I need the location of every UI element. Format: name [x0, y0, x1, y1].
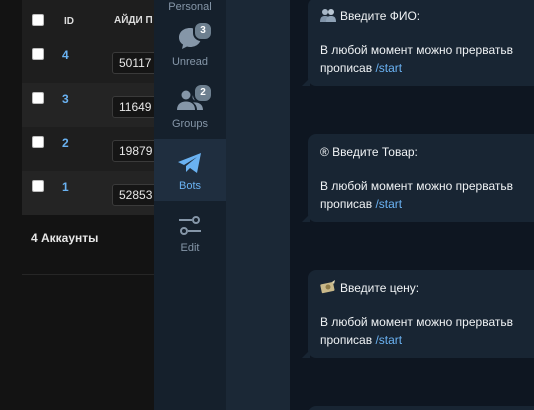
folder-bots[interactable]: Bots	[154, 139, 226, 201]
table-header: ID АЙДИ П	[22, 0, 160, 39]
message-title: Введите ФИО:	[320, 8, 420, 24]
folder-label: Edit	[180, 242, 200, 254]
message-bubble[interactable]: ® Введите Товар: В любой момент можно пр…	[302, 134, 534, 222]
bubble-tail	[302, 350, 310, 358]
message-body: В любой момент можно прерватьв	[320, 43, 513, 57]
table-row: 2 19879	[22, 127, 182, 171]
row-checkbox[interactable]	[32, 92, 44, 104]
row-id-link[interactable]: 2	[62, 136, 69, 150]
folder-sidebar: Personal 3 Unread 2 Groups Bots Edit	[154, 0, 226, 410]
bubble-tail	[302, 214, 310, 222]
row-checkbox[interactable]	[32, 48, 44, 60]
screen: ID АЙДИ П 4 50117 3 11649 2 19879 1 5285…	[0, 0, 534, 410]
message-bubble[interactable]: Введите цену: В любой момент можно прерв…	[302, 270, 534, 358]
message-body: В любой момент можно прерватьв	[320, 179, 513, 193]
folder-label: Bots	[178, 180, 201, 192]
row-id-link[interactable]: 3	[62, 92, 69, 106]
message-title: Введите цену:	[320, 280, 419, 296]
chat-messages-area: Введите ФИО: В любой момент можно прерва…	[290, 0, 534, 410]
table-row: 3 11649	[22, 83, 182, 127]
column-header-account-id[interactable]: АЙДИ П	[114, 15, 153, 26]
row-id-link[interactable]: 1	[62, 180, 69, 194]
folder-label: Unread	[171, 56, 209, 68]
row-checkbox[interactable]	[32, 180, 44, 192]
folder-personal[interactable]: Personal	[154, 0, 226, 13]
table-row: 4 50117	[22, 39, 182, 83]
select-all-checkbox[interactable]	[32, 14, 44, 26]
admin-accounts-panel: ID АЙДИ П 4 50117 3 11649 2 19879 1 5285…	[0, 0, 182, 410]
message-bubble[interactable]	[308, 406, 534, 410]
message-body-line2: прописав /start	[320, 197, 403, 211]
start-command-link[interactable]: /start	[375, 61, 402, 75]
folder-groups[interactable]: 2 Groups	[154, 78, 226, 140]
message-body-line2: прописав /start	[320, 61, 403, 75]
folder-edit[interactable]: Edit	[154, 202, 226, 264]
row-id-link[interactable]: 4	[62, 48, 69, 62]
start-command-link[interactable]: /start	[375, 333, 402, 347]
bubble-tail	[302, 78, 310, 86]
groups-badge: 2	[193, 83, 213, 103]
divider	[22, 274, 160, 275]
sliders-icon	[179, 216, 201, 235]
people-emoji	[320, 9, 336, 22]
message-bubble[interactable]: Введите ФИО: В любой момент можно прерва…	[302, 0, 534, 86]
message-title: ® Введите Товар:	[320, 145, 418, 159]
unread-badge: 3	[193, 21, 213, 41]
folder-label: Personal	[168, 1, 212, 13]
folder-unread[interactable]: 3 Unread	[154, 16, 226, 78]
start-command-link[interactable]: /start	[375, 197, 402, 211]
table-row: 1 52853	[22, 171, 182, 215]
chat-list-panel	[226, 0, 290, 410]
money-emoji	[320, 280, 335, 294]
message-body: В любой момент можно прерватьв	[320, 315, 513, 329]
row-checkbox[interactable]	[32, 136, 44, 148]
message-body-line2: прописав /start	[320, 333, 403, 347]
column-header-id[interactable]: ID	[64, 16, 74, 27]
folder-label: Groups	[171, 118, 209, 130]
telegram-plane-icon	[178, 153, 201, 173]
accounts-count: 4 Аккаунты	[31, 231, 99, 245]
